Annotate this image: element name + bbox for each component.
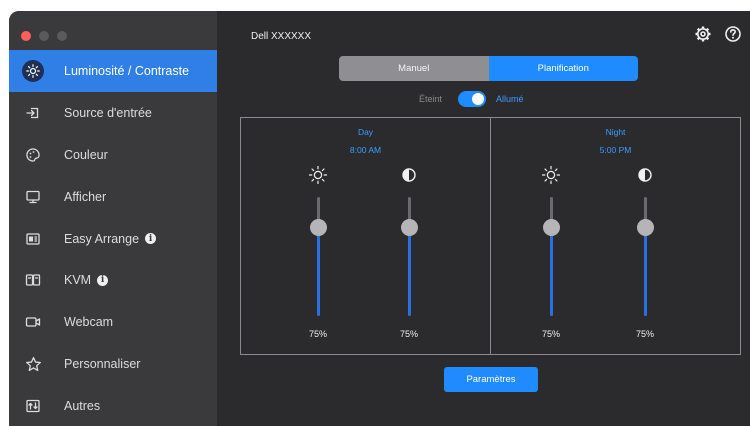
tab-manual[interactable]: Manuel <box>339 56 489 81</box>
device-name: Dell XXXXXX <box>251 31 312 42</box>
slider-fill <box>316 226 320 316</box>
sidebar-item-personalize[interactable]: Personnaliser <box>9 343 217 385</box>
sidebar-item-label: Afficher <box>64 189 107 204</box>
easy-arrange-icon <box>22 228 44 250</box>
monitor-icon <box>22 186 44 208</box>
slider-thumb[interactable] <box>542 218 560 236</box>
night-time[interactable]: 5:00 PM <box>491 145 740 155</box>
info-icon[interactable]: i <box>97 274 109 286</box>
slider-fill <box>549 226 553 316</box>
tab-schedule[interactable]: Planification <box>488 56 638 81</box>
night-brightness-slider[interactable] <box>542 197 560 316</box>
main-content: Dell XXXXXX Manuel Planification Éteint … <box>217 11 750 426</box>
day-brightness-slider[interactable] <box>309 197 327 316</box>
help-icon[interactable] <box>724 25 742 43</box>
sidebar-nav: Luminosité / Contraste Source d'entrée C… <box>9 50 217 426</box>
day-contrast-slider[interactable] <box>400 197 418 316</box>
day-contrast-value: 75% <box>399 329 418 339</box>
night-contrast-slider-group: 75% <box>625 165 665 339</box>
zoom-window-button[interactable] <box>57 31 67 41</box>
kvm-icon <box>22 269 44 291</box>
others-icon <box>22 395 44 417</box>
sidebar-item-kvm[interactable]: KVM i <box>9 259 217 301</box>
sidebar-item-webcam[interactable]: Webcam <box>9 301 217 343</box>
star-icon <box>22 353 44 375</box>
palette-icon <box>22 144 44 166</box>
slider-fill <box>407 226 411 316</box>
day-title: Day <box>357 127 374 137</box>
info-icon[interactable]: i <box>145 233 157 244</box>
sidebar-item-label: Couleur <box>64 147 108 162</box>
day-time[interactable]: 8:00 AM <box>241 145 490 155</box>
input-source-icon <box>22 102 44 124</box>
sidebar-item-label: Webcam <box>64 315 114 330</box>
sidebar-item-label: Source d'entrée <box>64 105 152 120</box>
minimize-window-button[interactable] <box>39 31 49 41</box>
slider-thumb[interactable] <box>636 218 654 236</box>
sidebar-item-input-source[interactable]: Source d'entrée <box>9 92 217 134</box>
webcam-icon <box>22 311 44 333</box>
sidebar: Luminosité / Contraste Source d'entrée C… <box>9 11 217 426</box>
slider-thumb[interactable] <box>400 218 418 236</box>
night-contrast-slider[interactable] <box>636 197 654 316</box>
sidebar-item-label: Personnaliser <box>64 357 141 372</box>
sidebar-item-color[interactable]: Couleur <box>9 134 217 176</box>
sidebar-item-others[interactable]: Autres <box>9 385 217 426</box>
toggle-on-label: Allumé <box>496 94 524 104</box>
sidebar-item-label: Easy Arrange <box>64 231 140 246</box>
sidebar-item-label: Autres <box>64 399 101 414</box>
schedule-panels: Day 8:00 AM 75% 75% Night 5:00 PM 75% 75… <box>240 117 741 355</box>
day-brightness-slider-group: 75% <box>298 165 338 339</box>
toggle-knob <box>472 93 485 105</box>
night-panel: Night 5:00 PM 75% 75% <box>490 118 740 354</box>
night-brightness-value: 75% <box>541 329 560 339</box>
brightness-icon <box>22 59 44 82</box>
sidebar-item-label: Luminosité / Contraste <box>64 63 190 78</box>
window-controls <box>21 31 67 41</box>
top-toolbar <box>694 25 742 43</box>
day-contrast-slider-group: 75% <box>389 165 429 339</box>
night-brightness-slider-group: 75% <box>531 165 571 339</box>
settings-button[interactable]: Paramètres <box>444 367 538 392</box>
schedule-toggle[interactable] <box>458 91 487 107</box>
day-brightness-value: 75% <box>308 329 327 339</box>
sidebar-item-brightness-contrast[interactable]: Luminosité / Contraste <box>9 50 217 92</box>
brightness-icon <box>308 165 328 185</box>
sidebar-item-easy-arrange[interactable]: Easy Arrange i <box>9 218 217 260</box>
night-contrast-value: 75% <box>635 329 654 339</box>
contrast-icon <box>399 165 419 185</box>
toggle-off-label: Éteint <box>419 94 443 104</box>
app-window: Luminosité / Contraste Source d'entrée C… <box>9 11 750 426</box>
sidebar-item-label: KVM <box>64 273 92 288</box>
brightness-icon <box>541 165 561 185</box>
slider-fill <box>643 226 647 316</box>
night-title: Night <box>605 127 626 137</box>
gear-icon[interactable] <box>694 25 712 43</box>
mode-segmented-control: Manuel Planification <box>339 56 638 81</box>
schedule-toggle-row: Éteint Allumé <box>419 91 524 107</box>
contrast-icon <box>635 165 655 185</box>
slider-thumb[interactable] <box>309 218 327 236</box>
day-panel: Day 8:00 AM 75% 75% <box>241 118 490 354</box>
sidebar-item-display[interactable]: Afficher <box>9 176 217 218</box>
close-window-button[interactable] <box>21 31 31 41</box>
